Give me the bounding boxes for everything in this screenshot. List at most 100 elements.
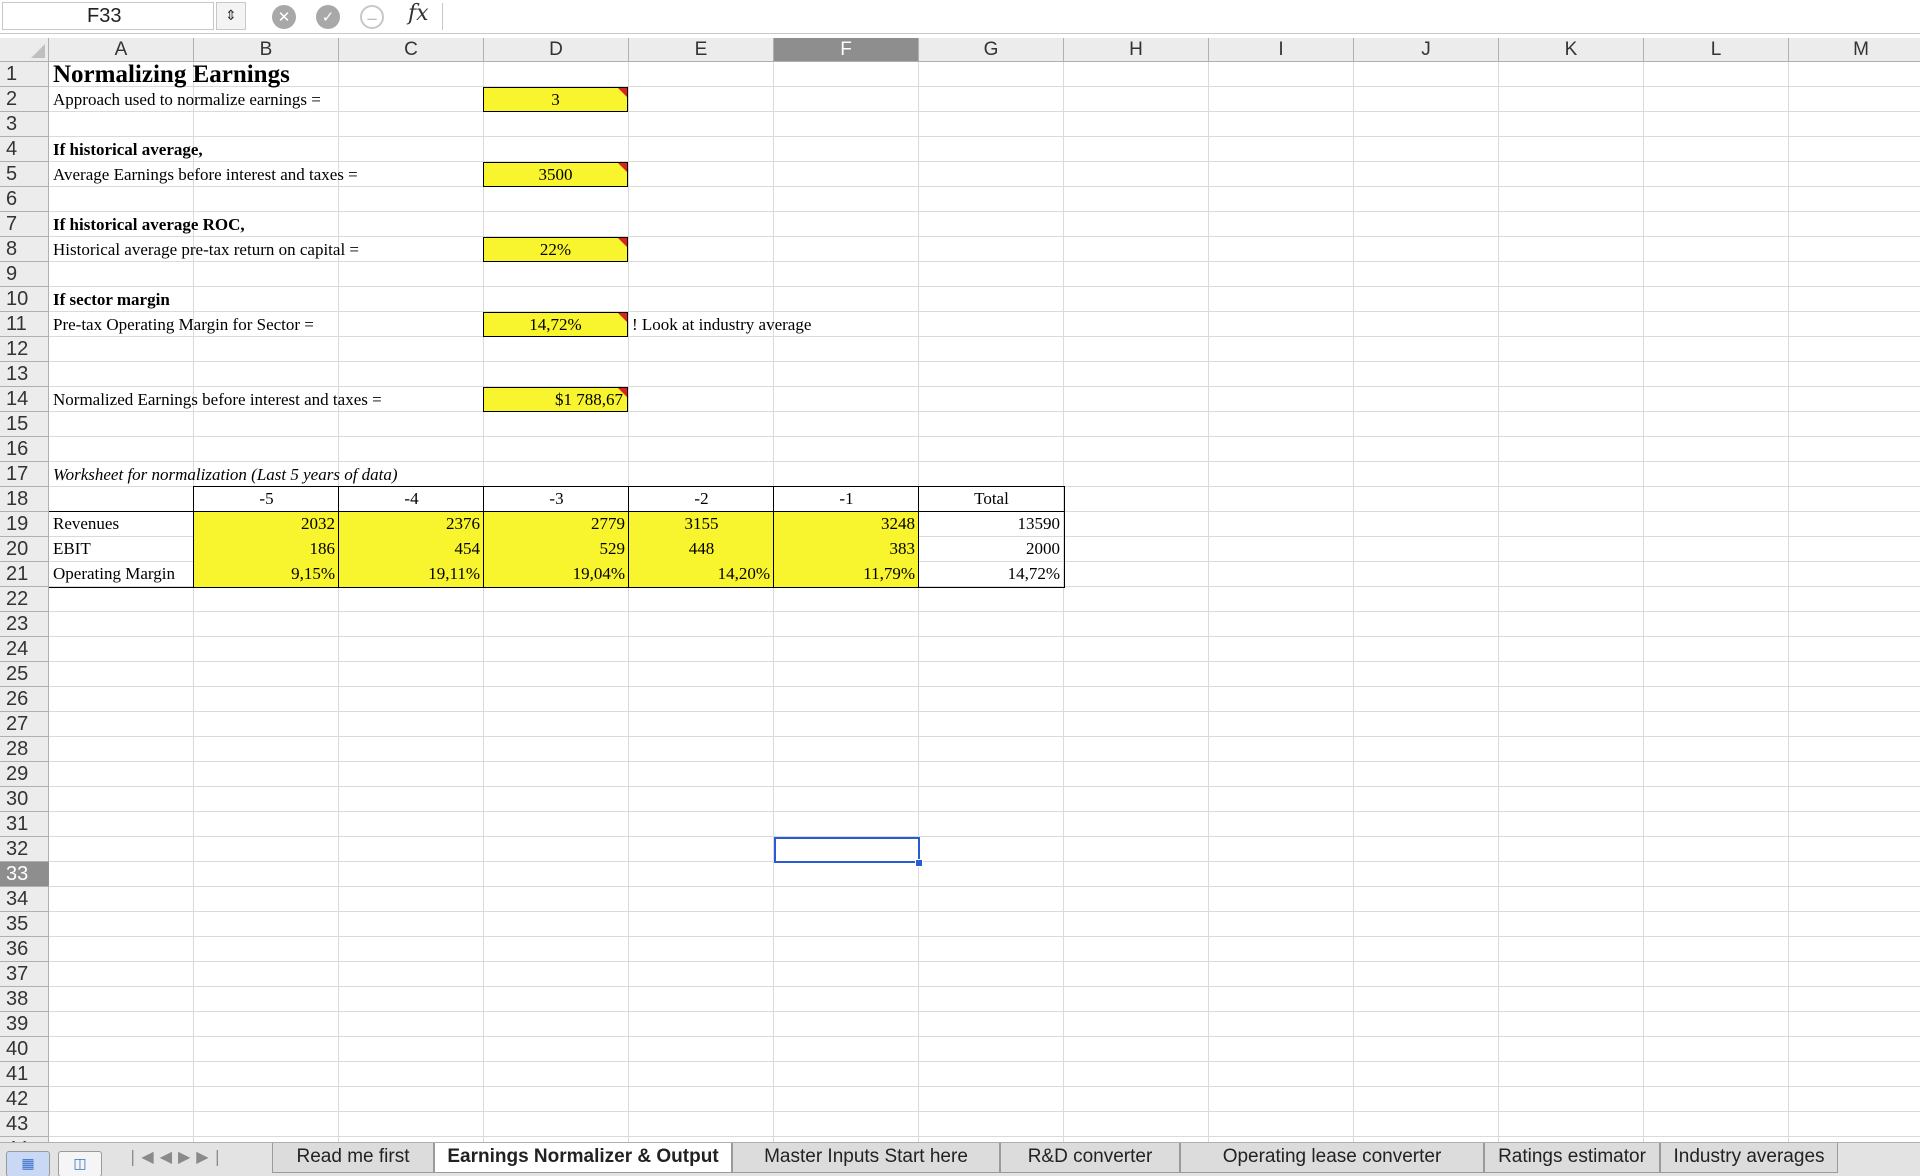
sheet-tab[interactable]: Operating lease converter — [1180, 1143, 1484, 1173]
row-header-14[interactable]: 14 — [0, 387, 49, 412]
sheet-tab[interactable]: Master Inputs Start here — [732, 1143, 1000, 1173]
row-header-16[interactable]: 16 — [0, 437, 49, 462]
row-header-15[interactable]: 15 — [0, 412, 49, 437]
row-header-20[interactable]: 20 — [0, 537, 49, 562]
column-header-a[interactable]: A — [49, 38, 194, 62]
cancel-icon[interactable]: ✕ — [272, 5, 296, 29]
active-cell-selection[interactable] — [774, 837, 920, 863]
approach-input[interactable]: 3 — [483, 87, 628, 112]
row-header-21[interactable]: 21 — [0, 562, 49, 587]
grid-hline — [49, 761, 1920, 762]
column-header-b[interactable]: B — [194, 38, 339, 62]
grid-vline — [1788, 62, 1789, 1142]
hist-roc-heading[interactable]: If historical average ROC, — [49, 212, 249, 237]
sector-margin-value[interactable]: 14,72% — [483, 312, 628, 337]
row-header-36[interactable]: 36 — [0, 937, 49, 962]
row-header-35[interactable]: 35 — [0, 912, 49, 937]
sheet-tab[interactable]: Industry averages — [1660, 1143, 1838, 1173]
row-header-32[interactable]: 32 — [0, 837, 49, 862]
row-header-17[interactable]: 17 — [0, 462, 49, 487]
row-header-37[interactable]: 37 — [0, 962, 49, 987]
row-header-42[interactable]: 42 — [0, 1087, 49, 1112]
grid-hline — [49, 311, 1920, 312]
row-header-43[interactable]: 43 — [0, 1112, 49, 1137]
row-header-28[interactable]: 28 — [0, 737, 49, 762]
row-header-5[interactable]: 5 — [0, 162, 49, 187]
table-body-border — [49, 511, 1065, 588]
confirm-icon[interactable]: ✓ — [316, 5, 340, 29]
worksheet-heading[interactable]: Worksheet for normalization (Last 5 year… — [49, 462, 402, 487]
sheet-tab[interactable]: Earnings Normalizer & Output — [434, 1143, 732, 1173]
column-header-h[interactable]: H — [1064, 38, 1209, 62]
sector-heading[interactable]: If sector margin — [49, 287, 174, 312]
row-header-31[interactable]: 31 — [0, 812, 49, 837]
row-header-38[interactable]: 38 — [0, 987, 49, 1012]
row-header-3[interactable]: 3 — [0, 112, 49, 137]
row-header-9[interactable]: 9 — [0, 262, 49, 287]
normalized-ebit-label[interactable]: Normalized Earnings before interest and … — [49, 387, 386, 412]
column-header-d[interactable]: D — [484, 38, 629, 62]
avg-ebit-input[interactable]: 3500 — [483, 162, 628, 187]
column-header-l[interactable]: L — [1644, 38, 1789, 62]
row-header-13[interactable]: 13 — [0, 362, 49, 387]
row-header-29[interactable]: 29 — [0, 762, 49, 787]
row-header-26[interactable]: 26 — [0, 687, 49, 712]
table-col-divider — [918, 486, 919, 588]
approach-label[interactable]: Approach used to normalize earnings = — [49, 87, 325, 112]
row-header-24[interactable]: 24 — [0, 637, 49, 662]
sheet-grid[interactable]: Normalizing Earnings Approach used to no… — [49, 62, 1920, 1142]
avg-ebit-label[interactable]: Average Earnings before interest and tax… — [49, 162, 362, 187]
page-layout-view-icon[interactable]: ◫ — [58, 1151, 102, 1176]
column-header-g[interactable]: G — [919, 38, 1064, 62]
hist-avg-heading[interactable]: If historical average, — [49, 137, 207, 162]
row-header-19[interactable]: 19 — [0, 512, 49, 537]
sector-note[interactable]: ! Look at industry average — [628, 312, 815, 337]
column-header: ABCDEFGHIJKLM — [0, 38, 1920, 62]
normal-view-icon[interactable]: ▦ — [6, 1151, 50, 1176]
name-box-stepper-icon[interactable]: ⇕ — [216, 2, 246, 30]
row-header-4[interactable]: 4 — [0, 137, 49, 162]
sheet-tab[interactable]: R&D converter — [1000, 1143, 1180, 1173]
grid-vline — [338, 62, 339, 1142]
table-col-divider — [628, 486, 629, 588]
sector-margin-label[interactable]: Pre-tax Operating Margin for Sector = — [49, 312, 318, 337]
column-header-j[interactable]: J — [1354, 38, 1499, 62]
row-header-30[interactable]: 30 — [0, 787, 49, 812]
row-header-41[interactable]: 41 — [0, 1062, 49, 1087]
row-header-8[interactable]: 8 — [0, 237, 49, 262]
row-header-18[interactable]: 18 — [0, 487, 49, 512]
column-header-i[interactable]: I — [1209, 38, 1354, 62]
row-header-40[interactable]: 40 — [0, 1037, 49, 1062]
formula-input[interactable] — [448, 3, 1914, 30]
column-header-k[interactable]: K — [1499, 38, 1644, 62]
row-header-33[interactable]: 33 — [0, 862, 49, 887]
roc-input[interactable]: 22% — [483, 237, 628, 262]
row-header-22[interactable]: 22 — [0, 587, 49, 612]
sheet-tab[interactable]: Read me first — [272, 1143, 434, 1173]
column-header-c[interactable]: C — [339, 38, 484, 62]
sheet-title[interactable]: Normalizing Earnings — [49, 62, 294, 87]
row-header-6[interactable]: 6 — [0, 187, 49, 212]
row-header-12[interactable]: 12 — [0, 337, 49, 362]
row-header-27[interactable]: 27 — [0, 712, 49, 737]
row-header-1[interactable]: 1 — [0, 62, 49, 87]
row-header-7[interactable]: 7 — [0, 212, 49, 237]
row-header-25[interactable]: 25 — [0, 662, 49, 687]
sheet-tab[interactable]: Ratings estimator — [1484, 1143, 1660, 1173]
name-box[interactable]: F33 — [2, 2, 214, 30]
fill-handle[interactable] — [915, 859, 923, 867]
normalized-ebit-value[interactable]: $1 788,67 — [483, 387, 628, 412]
select-all-corner[interactable] — [0, 38, 49, 62]
column-header-f[interactable]: F — [774, 38, 919, 62]
row-header-34[interactable]: 34 — [0, 887, 49, 912]
roc-label[interactable]: Historical average pre-tax return on cap… — [49, 237, 363, 262]
row-header-10[interactable]: 10 — [0, 287, 49, 312]
column-header-e[interactable]: E — [629, 38, 774, 62]
sheet-nav-arrows-icon[interactable]: |◀◀▶▶| — [120, 1147, 270, 1171]
row-header-23[interactable]: 23 — [0, 612, 49, 637]
column-header-m[interactable]: M — [1789, 38, 1920, 62]
row-header-39[interactable]: 39 — [0, 1012, 49, 1037]
row-header-11[interactable]: 11 — [0, 312, 49, 337]
function-icon[interactable]: − — [360, 5, 384, 29]
row-header-2[interactable]: 2 — [0, 87, 49, 112]
